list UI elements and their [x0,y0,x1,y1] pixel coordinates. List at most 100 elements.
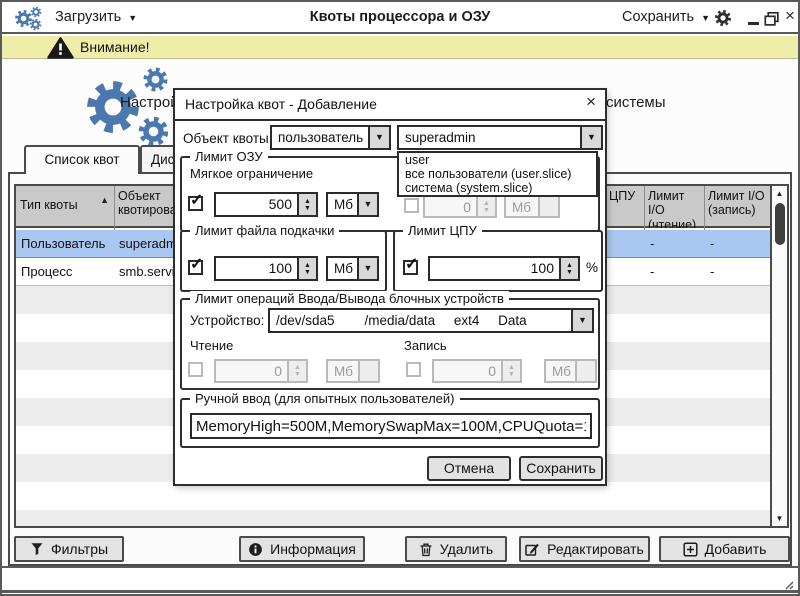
spinner-stepper[interactable]: ▲▼ [559,258,578,279]
delete-button[interactable]: Удалить [405,536,507,562]
info-icon [248,542,263,557]
add-button[interactable]: Добавить [659,536,790,562]
chevron-down-icon[interactable]: ▼ [580,127,601,148]
warning-label: Внимание! [80,39,150,56]
quota-settings-dialog: Настройка квот - Добавление × Объект кво… [173,88,607,486]
scroll-down-button[interactable]: ▼ [772,511,787,526]
button-label: Сохранить [526,460,596,476]
maximize-button[interactable] [764,10,780,28]
info-button[interactable]: Информация [239,536,365,562]
spinner-stepper: ▲▼ [476,197,495,216]
checkmark-icon: ✓ [190,254,203,274]
percent-label: % [586,260,598,275]
spinner-up-icon: ▲ [304,198,311,205]
scrollbar-thumb[interactable] [775,203,785,245]
spinner-up-icon: ▲ [304,262,311,269]
window-bottom-border [2,590,798,593]
cpu-limit-checkbox[interactable]: ✓ [403,260,418,275]
filters-button[interactable]: Фильтры [14,536,124,562]
chevron-down-icon[interactable]: ▼ [357,194,377,215]
dialog-close-button[interactable]: × [586,92,596,112]
resize-grip[interactable] [780,576,794,590]
hard-limit-checkbox[interactable] [404,198,419,213]
spinner-down-icon: ▼ [566,269,573,276]
chevron-down-icon[interactable]: ▼ [368,127,389,148]
spinner-up-icon: ▲ [483,200,490,207]
save-button[interactable]: Сохранить [519,456,603,481]
spinner-up-icon: ▲ [566,262,573,269]
spinner-stepper[interactable]: ▲▼ [297,258,316,279]
chevron-down-icon[interactable]: ▼ [357,258,377,279]
cell-io-write: - [710,230,760,258]
combobox-value: пользователь [272,127,368,148]
spinner-down-icon: ▼ [483,207,490,214]
spinner-value: 0 [216,361,287,381]
column-label: ЦПУ [609,189,635,203]
write-limit-spinner: 0 ▲▼ [432,359,522,383]
column-header-io-read[interactable]: Лимит I/O (чтение) [644,186,704,228]
combobox-value: superadmin [399,127,580,148]
dropdown-option[interactable]: система (system.slice) [399,181,596,195]
caret-down-icon: ▼ [701,13,710,23]
column-label: Лимит I/O (чтение) [648,189,696,228]
write-limit-checkbox[interactable] [406,362,421,377]
settings-gear-icon[interactable] [714,9,732,27]
manual-input-field[interactable] [190,413,592,439]
soft-limit-unit-dropdown[interactable]: Мб ▼ [326,192,379,217]
vertical-scrollbar[interactable]: ▲ ▼ [770,186,787,526]
cancel-button[interactable]: Отмена [427,456,511,481]
soft-limit-label: Мягкое ограничение [190,166,313,181]
warning-triangle-icon [47,37,74,59]
button-label: Редактировать [547,541,644,557]
column-label: Тип квоты [20,198,78,212]
save-menu-button[interactable]: Сохранить▼ [622,2,710,32]
swap-limit-spinner[interactable]: 100 ▲▼ [214,256,318,281]
manual-input-legend: Ручной ввод (для опытных пользователей) [190,391,460,406]
quota-type-combobox[interactable]: пользователь ▼ [270,125,391,150]
column-header-type[interactable]: Тип квоты ▲ [16,186,114,228]
add-plus-icon [683,542,698,557]
read-limit-unit-dropdown: Мб [326,359,380,383]
scroll-down-icon: ▼ [776,514,784,523]
spinner-value: 100 [216,258,297,279]
manual-input-group: Ручной ввод (для опытных пользователей) [180,398,600,448]
dropdown-option[interactable]: все пользователи (user.slice) [399,167,596,181]
spinner-down-icon: ▼ [508,371,515,378]
checkmark-icon: ✓ [405,254,418,274]
soft-limit-spinner[interactable]: 500 ▲▼ [214,192,318,217]
swap-limit-group: Лимит файла подкачки ✓ 100 ▲▼ Мб ▼ [180,230,387,292]
spinner-up-icon: ▲ [294,364,301,371]
edit-pencil-icon [525,542,540,556]
swap-limit-checkbox[interactable]: ✓ [188,260,203,275]
button-label: Информация [270,541,356,557]
swap-limit-unit-dropdown[interactable]: Мб ▼ [326,256,379,281]
cpu-limit-spinner[interactable]: 100 ▲▼ [428,256,580,281]
soft-limit-checkbox[interactable]: ✓ [188,196,203,211]
dropdown-option[interactable]: user [399,153,596,167]
edit-button[interactable]: Редактировать [519,536,650,562]
read-limit-checkbox[interactable] [188,362,203,377]
cell-quota-type: Пользователь [21,230,111,258]
filter-funnel-icon [30,542,44,556]
device-combobox[interactable]: /dev/sda5 /media/data ext4 Data ▼ [268,308,594,333]
dropdown-arrow-glyph: ▼ [364,199,373,209]
scroll-up-button[interactable]: ▲ [772,186,787,201]
tab-quota-list[interactable]: Список квот [24,145,140,174]
swap-limit-legend: Лимит файла подкачки [190,223,339,238]
tab-label: Список квот [45,152,120,167]
close-button[interactable]: × [782,6,798,24]
warning-banner[interactable]: Внимание! [2,36,798,59]
button-label: Фильтры [51,541,108,557]
quota-target-combobox[interactable]: superadmin ▼ [397,125,603,150]
checkmark-icon: ✓ [190,190,203,210]
spinner-value: 100 [430,258,559,279]
column-header-io-write[interactable]: Лимит I/O (запись) [704,186,770,228]
unit-value: Мб [328,194,357,215]
device-label: Устройство: [190,313,264,328]
spinner-stepper[interactable]: ▲▼ [297,194,316,215]
chevron-down-icon[interactable]: ▼ [571,310,592,331]
minimize-button[interactable] [746,8,762,26]
spinner-stepper: ▲▼ [501,361,520,381]
page-heading-right: системы [606,94,666,111]
chevron-down-icon [575,361,595,381]
